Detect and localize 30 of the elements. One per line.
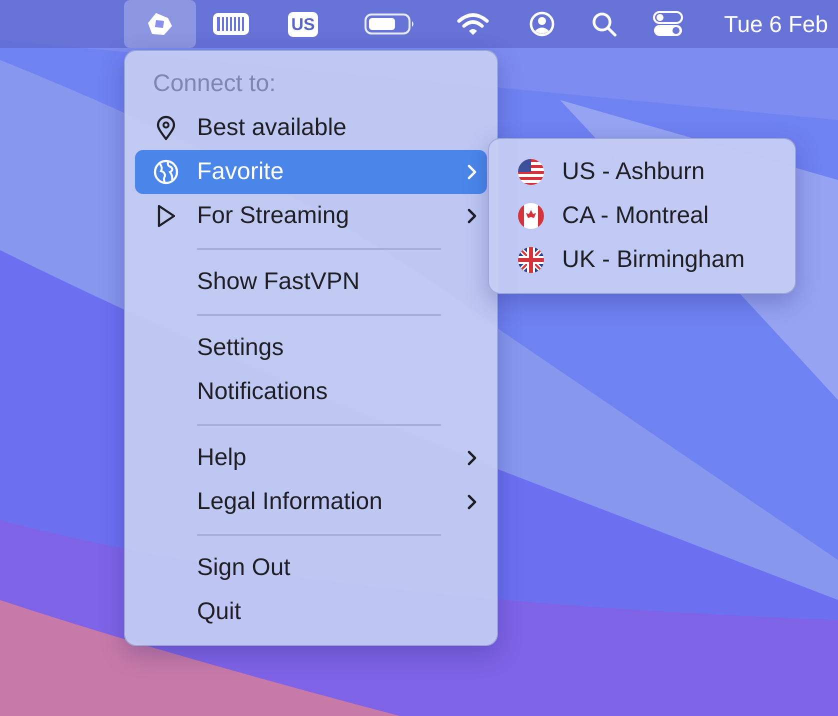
- menu-item[interactable]: Legal Information: [135, 480, 487, 524]
- app-menu-button[interactable]: [124, 0, 196, 48]
- keyboard-icon: [212, 11, 250, 37]
- menu-item[interactable]: US - Ashburn: [499, 150, 785, 194]
- flag-icon: [516, 202, 544, 230]
- menu-item[interactable]: UK - Birmingham: [499, 238, 785, 282]
- flag-icon: [516, 246, 544, 274]
- menu-bar-clock[interactable]: Tue 6 Feb: [724, 10, 838, 38]
- menu-item[interactable]: Best available: [135, 106, 487, 150]
- menu-item[interactable]: Show FastVPN: [135, 260, 487, 304]
- menu-item[interactable]: Quit: [135, 590, 487, 634]
- menu-item[interactable]: CA - Montreal: [499, 194, 785, 238]
- location-pin-icon: [154, 115, 178, 141]
- input-source-button[interactable]: US: [266, 0, 340, 48]
- app-logo-icon: [146, 10, 174, 38]
- menu-header: Connect to:: [153, 70, 276, 98]
- menu-item[interactable]: Favorite: [135, 150, 487, 194]
- control-center-icon: [653, 11, 683, 37]
- menu-item[interactable]: Sign Out: [135, 546, 487, 590]
- menu-item[interactable]: Notifications: [135, 370, 487, 414]
- search-icon: [591, 11, 617, 37]
- flag-icon: [516, 158, 544, 186]
- battery-icon: [364, 12, 416, 36]
- menu-item[interactable]: Settings: [135, 326, 487, 370]
- user-icon: [529, 11, 555, 37]
- play-icon: [155, 203, 177, 229]
- menu-item[interactable]: Help: [135, 436, 487, 480]
- globe-icon: [153, 159, 179, 185]
- wifi-icon: [456, 11, 490, 37]
- menu-item[interactable]: For Streaming: [135, 194, 487, 238]
